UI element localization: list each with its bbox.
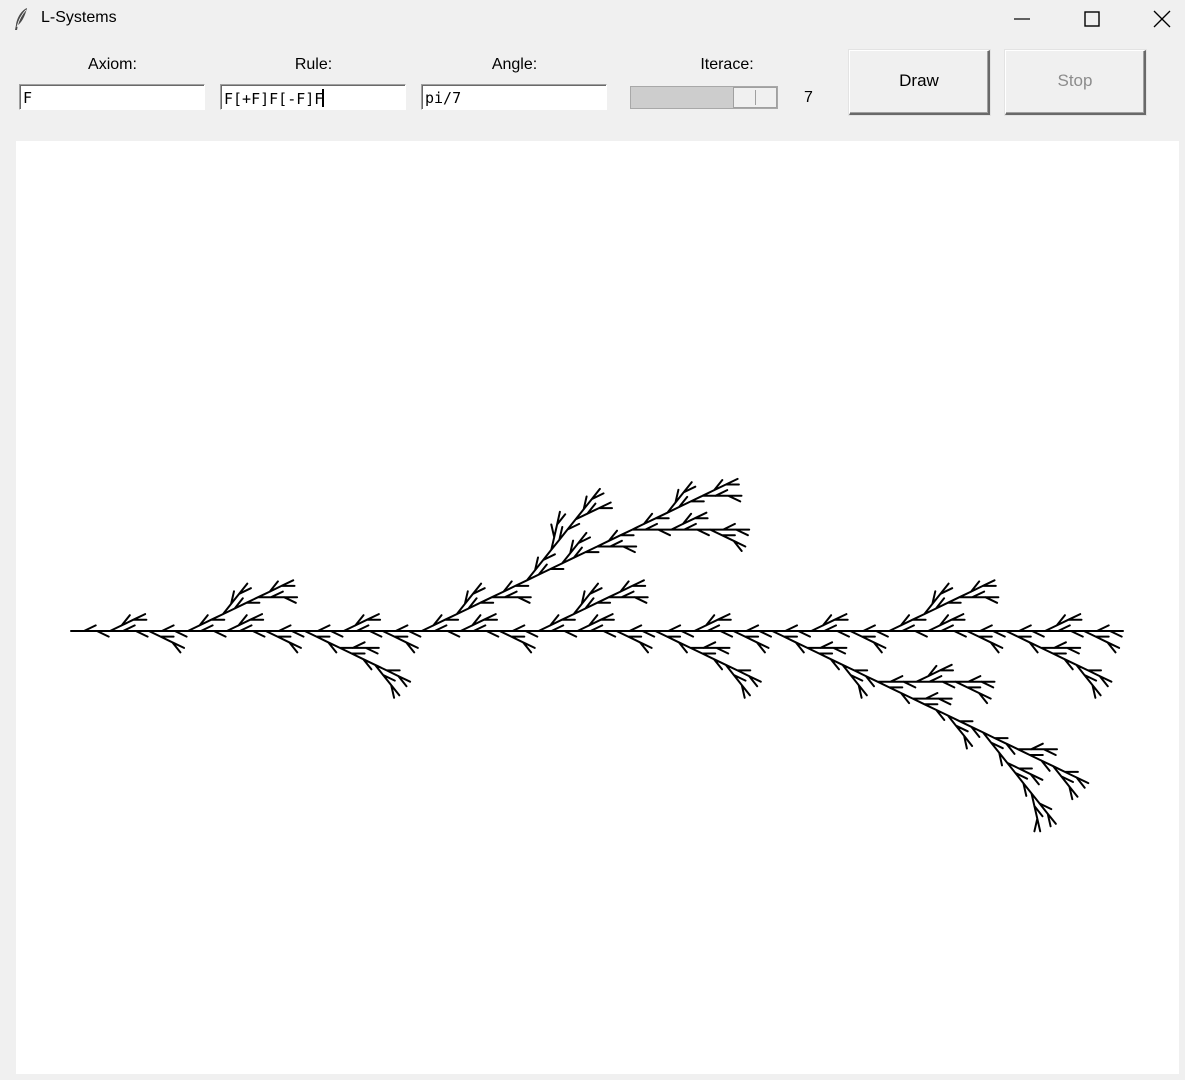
draw-button[interactable]: Draw: [849, 50, 990, 115]
feather-icon: [12, 7, 32, 31]
close-icon: [1153, 10, 1171, 28]
axiom-input-value: F: [23, 89, 33, 107]
iterations-slider-handle[interactable]: [733, 87, 777, 108]
drawing-canvas[interactable]: [16, 141, 1179, 1074]
l-system-plant: [70, 477, 1124, 833]
rule-input-value: F[+F]F[-F]F: [224, 90, 324, 108]
angle-label: Angle:: [491, 56, 538, 73]
close-button[interactable]: [1127, 0, 1185, 38]
stop-button[interactable]: Stop: [1005, 50, 1146, 115]
axiom-label: Axiom:: [88, 56, 137, 73]
maximize-icon: [1084, 11, 1100, 27]
title-bar: L-Systems: [0, 0, 1185, 38]
minimize-icon: [1014, 18, 1030, 20]
angle-input-value: pi/7: [425, 89, 462, 107]
minimize-button[interactable]: [987, 0, 1057, 38]
rule-label: Rule:: [294, 56, 333, 73]
angle-input[interactable]: pi/7: [421, 84, 607, 110]
axiom-input[interactable]: F: [19, 84, 205, 110]
rule-input[interactable]: F[+F]F[-F]F: [220, 84, 406, 110]
iterations-value: 7: [804, 89, 813, 106]
plant-branches: [70, 477, 1124, 833]
maximize-button[interactable]: [1057, 0, 1127, 38]
app-window: L-Systems Axiom: Rule: Angle: Iterace: F…: [0, 0, 1185, 1080]
window-title: L-Systems: [41, 9, 117, 26]
text-caret: [322, 89, 325, 107]
iterations-label: Iterace:: [700, 56, 754, 73]
